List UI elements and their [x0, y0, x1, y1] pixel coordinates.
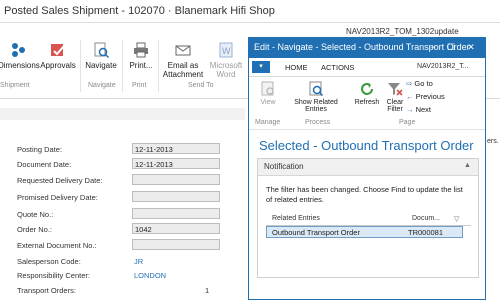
refresh-label: Refresh	[354, 99, 380, 106]
ribbon-separator	[122, 40, 123, 92]
external-document-no-field[interactable]	[132, 239, 220, 250]
goto-icon: ⇨	[406, 79, 413, 88]
refresh-button[interactable]: Refresh	[353, 81, 381, 106]
navigate-button[interactable]: Navigate	[83, 42, 119, 70]
cell-related-entry: Outbound Transport Order	[272, 228, 360, 237]
group-label-navigate: Navigate	[88, 82, 116, 89]
cell-document-no: TR000081	[408, 228, 444, 237]
app-menu-button[interactable]: ▾	[252, 61, 270, 73]
requested-delivery-date-field[interactable]	[132, 174, 220, 185]
background-user-label: NAV2013R2_TOM_1302update	[346, 27, 459, 36]
field-label-salesperson-code: Salesperson Code:	[17, 257, 81, 266]
tab-actions[interactable]: ACTIONS	[321, 63, 354, 72]
section-band	[0, 108, 245, 120]
next-icon: →	[406, 105, 414, 114]
print-button[interactable]: Print...	[126, 42, 156, 70]
minimize-button[interactable]: −	[427, 41, 439, 53]
dimensions-icon	[12, 43, 25, 57]
field-label-transport-orders: Transport Orders:	[17, 286, 76, 295]
field-label-requested-delivery-date: Requested Delivery Date:	[17, 176, 103, 185]
view-icon	[261, 81, 274, 96]
right-edge-text: ers.	[487, 138, 499, 145]
dimensions-label: Dimensions	[0, 61, 40, 70]
navigate-label: Navigate	[85, 61, 117, 70]
responsibility-center-link[interactable]: LONDON	[134, 271, 166, 280]
svg-text:W: W	[222, 46, 231, 56]
group-label-process: Process	[305, 119, 331, 126]
previous-button[interactable]: ← Previous	[406, 92, 445, 101]
show-related-entries-label: Show Related Entries	[294, 99, 338, 113]
ribbon-separator	[158, 40, 159, 92]
group-label-send-to: Send To	[188, 82, 214, 89]
word-icon: W	[219, 42, 233, 58]
field-label-document-date: Document Date:	[17, 160, 72, 169]
print-label: Print...	[129, 61, 153, 70]
field-label-responsibility-center: Responsibility Center:	[17, 271, 90, 280]
notification-title: Notification	[264, 162, 304, 171]
posting-date-field[interactable]: 12-11-2013	[132, 143, 220, 154]
close-button[interactable]: ✕	[465, 41, 477, 53]
field-label-order-no: Order No.:	[17, 225, 53, 234]
notification-message: The filter has been changed. Choose Find…	[266, 185, 463, 204]
collapse-icon[interactable]: ▲	[464, 162, 471, 169]
refresh-icon	[361, 83, 373, 95]
field-label-posting-date: Posting Date:	[17, 145, 63, 154]
group-label-print: Print	[132, 82, 147, 89]
email-button[interactable]: Email as Attachment	[160, 42, 206, 79]
quote-no-field[interactable]	[132, 208, 220, 219]
group-label-manage: Manage	[255, 119, 281, 126]
table-row[interactable]: Outbound Transport Order TR000081	[266, 226, 463, 238]
goto-button[interactable]: ⇨ Go to	[406, 79, 433, 88]
goto-label: Go to	[414, 79, 433, 88]
salesperson-code-link[interactable]: JR	[134, 257, 143, 266]
tab-home[interactable]: HOME	[285, 63, 308, 72]
document-date-field[interactable]: 12-11-2013	[132, 158, 220, 169]
column-filter-icon[interactable]: ▽	[454, 215, 459, 223]
dimensions-button[interactable]: Dimensions	[0, 42, 40, 70]
approvals-label: Approvals	[40, 61, 76, 70]
clear-filter-button[interactable]: Clear Filter	[383, 81, 407, 113]
word-label: Microsoft Word	[209, 61, 243, 79]
dialog-tab-bar: ▾ HOME ACTIONS NAV2013R2_T...	[249, 58, 485, 77]
view-label: View	[260, 99, 276, 106]
approvals-button[interactable]: Approvals	[38, 42, 78, 70]
background-titlebar: Posted Sales Shipment - 102070 · Blanema…	[0, 0, 500, 23]
page-title: Selected - Outbound Transport Order	[259, 138, 474, 153]
dialog-titlebar[interactable]: Edit - Navigate - Selected - Outbound Tr…	[249, 38, 485, 58]
navigate-dialog: Edit - Navigate - Selected - Outbound Tr…	[248, 37, 486, 300]
ribbon-separator	[80, 40, 81, 92]
field-label-promised-delivery-date: Promised Delivery Date:	[17, 193, 98, 202]
next-button[interactable]: → Next	[406, 105, 431, 114]
printer-icon	[134, 42, 148, 58]
email-label: Email as Attachment	[162, 61, 204, 79]
background-window-title: Posted Sales Shipment - 102070 · Blanema…	[4, 5, 275, 17]
grid-header: Related Entries Docum... ▽	[266, 213, 471, 226]
previous-icon: ←	[406, 92, 414, 101]
view-button[interactable]: View	[255, 81, 281, 106]
column-header-related-entries[interactable]: Related Entries	[272, 215, 320, 222]
notification-panel: Notification ▲ The filter has been chang…	[257, 158, 479, 278]
maximize-button[interactable]: ☐	[445, 41, 457, 53]
show-related-entries-button[interactable]: Show Related Entries	[293, 81, 339, 113]
approvals-icon	[51, 44, 65, 56]
word-button[interactable]: W Microsoft Word	[206, 42, 246, 79]
dialog-user-label: NAV2013R2_T...	[417, 63, 469, 70]
clear-filter-icon	[388, 83, 403, 96]
group-label-page: Page	[399, 119, 416, 126]
notification-header[interactable]: Notification ▲	[258, 159, 478, 176]
show-related-entries-icon	[309, 81, 324, 97]
column-header-document[interactable]: Docum...	[412, 215, 440, 222]
previous-label: Previous	[415, 92, 445, 101]
field-label-external-document-no: External Document No.:	[17, 241, 97, 250]
dialog-ribbon: View Show Related Entries Refresh Clear …	[249, 77, 485, 130]
group-label-shipment: Shipment	[0, 82, 30, 89]
transport-orders-count[interactable]: 1	[205, 286, 209, 295]
order-no-field[interactable]: 1042	[132, 223, 220, 234]
field-label-quote-no: Quote No.:	[17, 210, 54, 219]
promised-delivery-date-field[interactable]	[132, 191, 220, 202]
email-icon	[175, 45, 191, 56]
next-label: Next	[415, 105, 432, 114]
clear-filter-label: Clear Filter	[386, 99, 404, 113]
navigate-icon	[94, 42, 109, 58]
